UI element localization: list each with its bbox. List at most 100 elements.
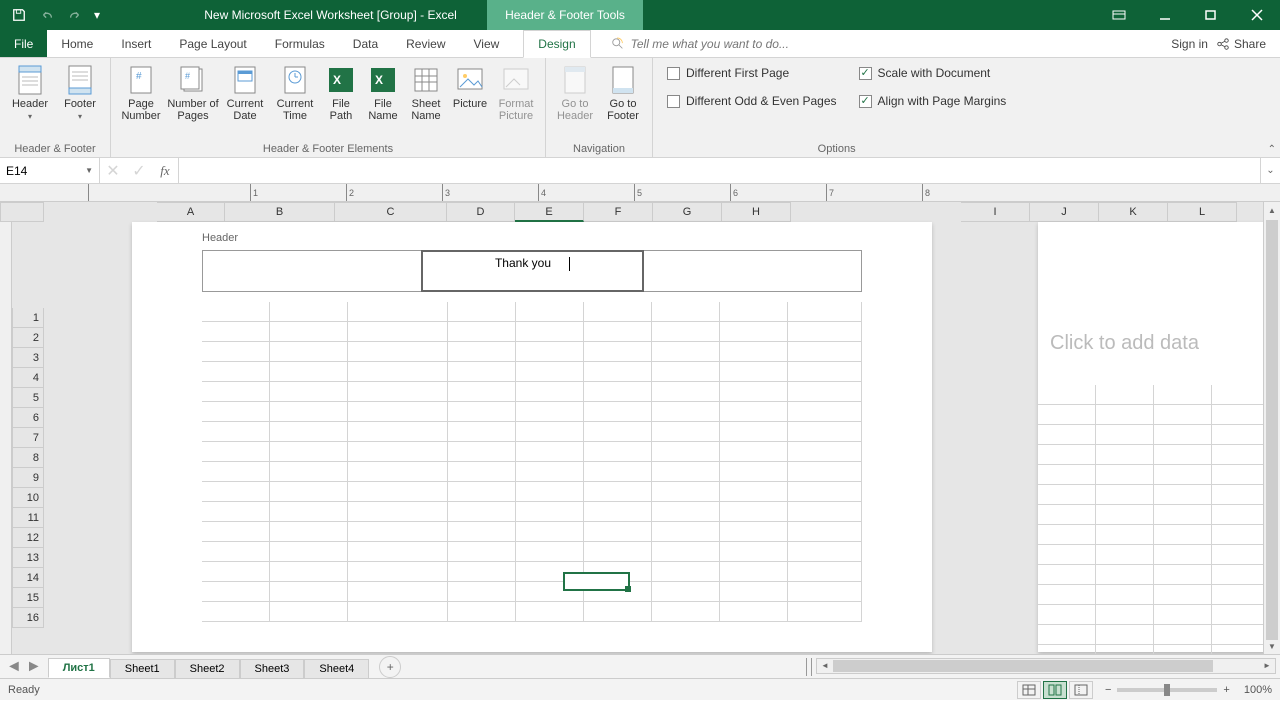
expand-formula-bar-icon[interactable]: ⌄ [1260, 158, 1280, 183]
row-header-1[interactable]: 1 [12, 308, 44, 328]
formula-input[interactable] [179, 158, 1260, 183]
scroll-left-icon[interactable]: ◄ [817, 661, 833, 670]
qat-customize-icon[interactable]: ▾ [90, 2, 104, 28]
col-header-C[interactable]: C [335, 202, 447, 222]
zoom-level[interactable]: 100% [1244, 684, 1272, 696]
row-header-16[interactable]: 16 [12, 608, 44, 628]
row-header-5[interactable]: 5 [12, 388, 44, 408]
tab-review[interactable]: Review [392, 30, 459, 57]
scrollbar-thumb[interactable] [1266, 220, 1278, 640]
row-headers[interactable]: 12345678910111213141516 [12, 308, 44, 654]
col-header-K[interactable]: K [1099, 202, 1168, 222]
enter-formula-icon[interactable]: ✓ [130, 161, 148, 181]
undo-icon[interactable] [34, 2, 60, 28]
row-header-14[interactable]: 14 [12, 568, 44, 588]
page-break-view-button[interactable] [1069, 681, 1093, 699]
sheet-tab-Sheet4[interactable]: Sheet4 [304, 659, 369, 678]
share-button[interactable]: Share [1216, 37, 1266, 51]
normal-view-button[interactable] [1017, 681, 1041, 699]
row-header-7[interactable]: 7 [12, 428, 44, 448]
scroll-down-icon[interactable]: ▼ [1264, 638, 1280, 654]
tab-scroll-split[interactable] [806, 658, 812, 676]
col-header-I[interactable]: I [961, 202, 1030, 222]
tab-data[interactable]: Data [339, 30, 392, 57]
goto-footer-button[interactable]: Go to Footer [600, 60, 646, 122]
header-button[interactable]: Header▾ [6, 60, 54, 121]
header-right-cell[interactable] [643, 251, 861, 291]
sheet-name-button[interactable]: Sheet Name [405, 60, 447, 122]
add-data-placeholder[interactable]: Click to add data [1038, 292, 1280, 355]
insert-function-icon[interactable]: fx [156, 163, 174, 179]
col-header-E[interactable]: E [515, 202, 584, 222]
select-all-corner[interactable] [0, 202, 44, 222]
col-header-J[interactable]: J [1030, 202, 1099, 222]
row-header-11[interactable]: 11 [12, 508, 44, 528]
tab-file[interactable]: File [0, 30, 47, 57]
sheet-tab-Лист1[interactable]: Лист1 [48, 658, 110, 678]
file-path-button[interactable]: XFile Path [321, 60, 361, 122]
ribbon-display-icon[interactable] [1096, 0, 1142, 30]
save-icon[interactable] [6, 2, 32, 28]
sheet-tab-Sheet3[interactable]: Sheet3 [240, 659, 305, 678]
row-header-15[interactable]: 15 [12, 588, 44, 608]
sheet-tab-Sheet2[interactable]: Sheet2 [175, 659, 240, 678]
maximize-icon[interactable] [1188, 0, 1234, 30]
sign-in-link[interactable]: Sign in [1171, 37, 1208, 51]
sheet-nav-arrows[interactable]: ◄► [0, 658, 48, 676]
horizontal-scrollbar[interactable]: ◄ ► [816, 658, 1276, 674]
number-of-pages-button[interactable]: #Number of Pages [167, 60, 219, 122]
close-icon[interactable] [1234, 0, 1280, 30]
page-layout-view-button[interactable] [1043, 681, 1067, 699]
col-header-B[interactable]: B [225, 202, 335, 222]
next-sheet-icon[interactable]: ► [26, 658, 42, 676]
minimize-icon[interactable] [1142, 0, 1188, 30]
column-headers[interactable]: ABCDEFGH IJKL [0, 202, 1280, 222]
page-number-button[interactable]: #Page Number [117, 60, 165, 122]
col-header-F[interactable]: F [584, 202, 653, 222]
collapse-ribbon-icon[interactable]: ⌃ [1268, 144, 1276, 155]
cell-grid-2[interactable] [1038, 385, 1280, 654]
zoom-in-button[interactable]: + [1223, 684, 1229, 696]
row-header-6[interactable]: 6 [12, 408, 44, 428]
row-header-9[interactable]: 9 [12, 468, 44, 488]
row-header-2[interactable]: 2 [12, 328, 44, 348]
header-center-cell[interactable]: Thank you [421, 250, 643, 292]
col-header-G[interactable]: G [653, 202, 722, 222]
redo-icon[interactable] [62, 2, 88, 28]
cancel-formula-icon[interactable]: ✕ [104, 161, 122, 181]
col-header-D[interactable]: D [447, 202, 515, 222]
tab-view[interactable]: View [460, 30, 514, 57]
picture-button[interactable]: Picture [449, 60, 491, 110]
header-left-cell[interactable] [203, 251, 422, 291]
scale-with-document-checkbox[interactable]: Scale with Document [859, 66, 1007, 80]
sheet-tab-Sheet1[interactable]: Sheet1 [110, 659, 175, 678]
tab-formulas[interactable]: Formulas [261, 30, 339, 57]
scroll-up-icon[interactable]: ▲ [1264, 202, 1280, 218]
tab-insert[interactable]: Insert [107, 30, 165, 57]
vertical-scrollbar[interactable]: ▲ ▼ [1263, 202, 1280, 654]
row-header-13[interactable]: 13 [12, 548, 44, 568]
zoom-out-button[interactable]: − [1105, 684, 1111, 696]
row-header-8[interactable]: 8 [12, 448, 44, 468]
add-sheet-button[interactable]: + [379, 656, 401, 678]
zoom-slider[interactable] [1117, 688, 1217, 692]
file-name-button[interactable]: XFile Name [363, 60, 403, 122]
footer-button[interactable]: Footer▾ [56, 60, 104, 121]
current-date-button[interactable]: Current Date [221, 60, 269, 122]
cell-grid[interactable] [202, 302, 862, 622]
tell-me-search[interactable]: Tell me what you want to do... [591, 30, 1172, 57]
tab-page-layout[interactable]: Page Layout [165, 30, 260, 57]
current-time-button[interactable]: Current Time [271, 60, 319, 122]
tab-home[interactable]: Home [47, 30, 107, 57]
row-header-3[interactable]: 3 [12, 348, 44, 368]
tab-design[interactable]: Design [523, 30, 590, 58]
name-box[interactable]: E14▼ [0, 158, 100, 183]
col-header-H[interactable]: H [722, 202, 791, 222]
row-header-10[interactable]: 10 [12, 488, 44, 508]
row-header-4[interactable]: 4 [12, 368, 44, 388]
col-header-A[interactable]: A [157, 202, 225, 222]
row-header-12[interactable]: 12 [12, 528, 44, 548]
hscroll-thumb[interactable] [833, 660, 1213, 672]
col-header-L[interactable]: L [1168, 202, 1237, 222]
align-page-margins-checkbox[interactable]: Align with Page Margins [859, 94, 1007, 108]
